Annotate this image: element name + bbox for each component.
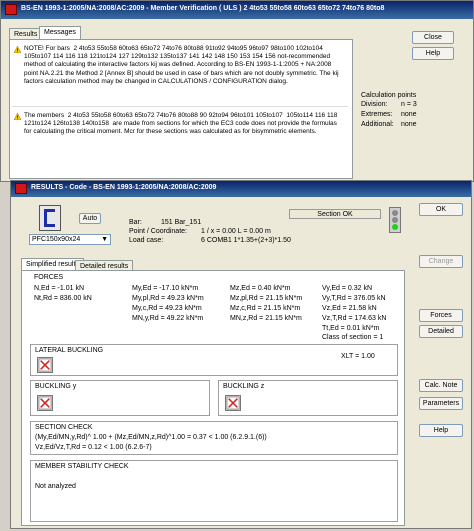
status-light-green [392,224,398,230]
buckling-y-cross-icon [37,395,53,411]
xlt-value: XLT = 1.00 [341,353,375,360]
member-stability-group: MEMBER STABILITY CHECK Not analyzed [30,460,398,522]
division-value: n = 3 [401,101,417,108]
status-light-red [392,210,398,216]
division-label: Division: [361,101,388,108]
buckling-y-title: BUCKLING y [35,383,77,390]
warning-icon [14,113,21,120]
section-check-title: SECTION CHECK [35,424,93,431]
help-button[interactable]: Help [412,47,454,60]
status-light-yellow [392,217,398,223]
calculation-points-group: Calculation points Division: n = 3 Extre… [359,92,469,132]
calc-points-title: Calculation points [361,92,417,99]
results-title: RESULTS - Code - BS-EN 1993-1:2005/NA:20… [31,184,217,191]
buckling-y-group: BUCKLING y [30,380,210,416]
force-my-ed: My,Ed = -17.10 kN*m [132,285,199,292]
buckling-z-group: BUCKLING z [218,380,398,416]
member-verification-titlebar[interactable]: BS-EN 1993-1:2005/NA:2008/AC:2009 - Memb… [1,1,473,19]
section-class: Class of section = 1 [322,334,384,341]
force-my-c-rd: My,c,Rd = 49.23 kN*m [132,305,202,312]
results-titlebar[interactable]: RESULTS - Code - BS-EN 1993-1:2005/NA:20… [11,181,471,197]
simplified-results-panel: FORCES N,Ed = -1.01 kN Nt,Rd = 836.00 kN… [21,270,405,526]
app-icon [5,4,17,15]
point-value: 1 / x = 0.00 L = 0.00 m [201,228,271,235]
auto-button[interactable]: Auto [79,213,101,224]
bar-label: Bar: [129,219,142,226]
parameters-button[interactable]: Parameters [419,397,463,410]
member-verification-window: BS-EN 1993-1:2005/NA:2008/AC:2009 - Memb… [0,0,474,182]
extremes-label: Extremes: [361,111,393,118]
calc-note-button[interactable]: Calc. Note [419,379,463,392]
section-select-value: PFC150x90x24 [32,236,81,243]
additional-label: Additional: [361,121,394,128]
forces-button[interactable]: Forces [419,309,463,322]
lateral-buckling-title: LATERAL BUCKLING [35,347,104,354]
force-mn-z-rd: MN,z,Rd = 21.15 kN*m [230,315,302,322]
message-text-1: NOTE! For bars 2 4to53 55to58 60to63 65t… [24,45,341,85]
section-shape-icon [39,205,61,231]
additional-value: none [401,121,417,128]
ok-button[interactable]: OK [419,203,463,216]
force-tt-ed: Tt,Ed = 0.01 kN*m [322,325,380,332]
member-stability-title: MEMBER STABILITY CHECK [35,463,129,470]
warning-icon [14,46,21,53]
detailed-button[interactable]: Detailed [419,325,463,338]
force-mn-y-rd: MN,y,Rd = 49.22 kN*m [132,315,204,322]
lateral-buckling-cross-icon [37,357,53,373]
force-vy-t-rd: Vy,T,Rd = 376.05 kN [322,295,386,302]
force-vz-t-rd: Vz,T,Rd = 174.63 kN [322,315,387,322]
window-title: BS-EN 1993-1:2005/NA:2008/AC:2009 - Memb… [21,5,385,12]
section-select[interactable]: PFC150x90x24 ▼ [29,234,111,245]
status-indicator [389,207,401,233]
buckling-z-cross-icon [225,395,241,411]
section-check-line-1: (My,Ed/MN,y,Rd)^ 1.00 + (Mz,Ed/MN,z,Rd)^… [35,434,267,441]
app-icon [15,183,27,194]
force-mz-pl-rd: Mz,pl,Rd = 21.15 kN*m [230,295,303,302]
tab-messages[interactable]: Messages [39,26,81,39]
point-label: Point / Coordinate: [129,228,187,235]
section-ok-status: Section OK [289,209,381,219]
message-text-2: The members 2 4to53 55to58 60to63 65to72… [24,112,340,136]
force-mz-ed: Mz,Ed = 0.40 kN*m [230,285,291,292]
message-row-1[interactable]: NOTE! For bars 2 4to53 55to58 60to63 65t… [12,43,348,107]
buckling-z-title: BUCKLING z [223,383,265,390]
forces-title: FORCES [34,274,64,281]
force-my-pl-rd: My,pl,Rd = 49.23 kN*m [132,295,204,302]
force-nt-rd: Nt,Rd = 836.00 kN [34,295,92,302]
force-vy-ed: Vy,Ed = 0.32 kN [322,285,372,292]
change-button[interactable]: Change [419,255,463,268]
load-case-label: Load case: [129,237,164,244]
force-vz-ed: Vz,Ed = 21.58 kN [322,305,377,312]
bar-value: 151 Bar_151 [161,219,202,226]
load-case-value: 6 COMB1 1*1.35+(2+3)*1.50 [201,237,291,244]
force-n-ed: N,Ed = -1.01 kN [34,285,84,292]
lateral-buckling-group: LATERAL BUCKLING XLT = 1.00 [30,344,398,376]
member-stability-value: Not analyzed [35,483,76,490]
chevron-down-icon: ▼ [101,236,108,243]
extremes-value: none [401,111,417,118]
messages-panel: NOTE! For bars 2 4to53 55to58 60to63 65t… [9,39,353,179]
section-check-group: SECTION CHECK (My,Ed/MN,y,Rd)^ 1.00 + (M… [30,421,398,455]
force-mz-c-rd: Mz,c,Rd = 21.15 kN*m [230,305,301,312]
section-check-line-2: Vz,Ed/Vz,T,Rd = 0.12 < 1.00 (6.2.6-7) [35,444,152,451]
message-row-2[interactable]: The members 2 4to53 55to58 60to63 65to72… [12,110,348,150]
close-button[interactable]: Close [412,31,454,44]
results-window: RESULTS - Code - BS-EN 1993-1:2005/NA:20… [10,180,472,529]
help-button[interactable]: Help [419,424,463,437]
